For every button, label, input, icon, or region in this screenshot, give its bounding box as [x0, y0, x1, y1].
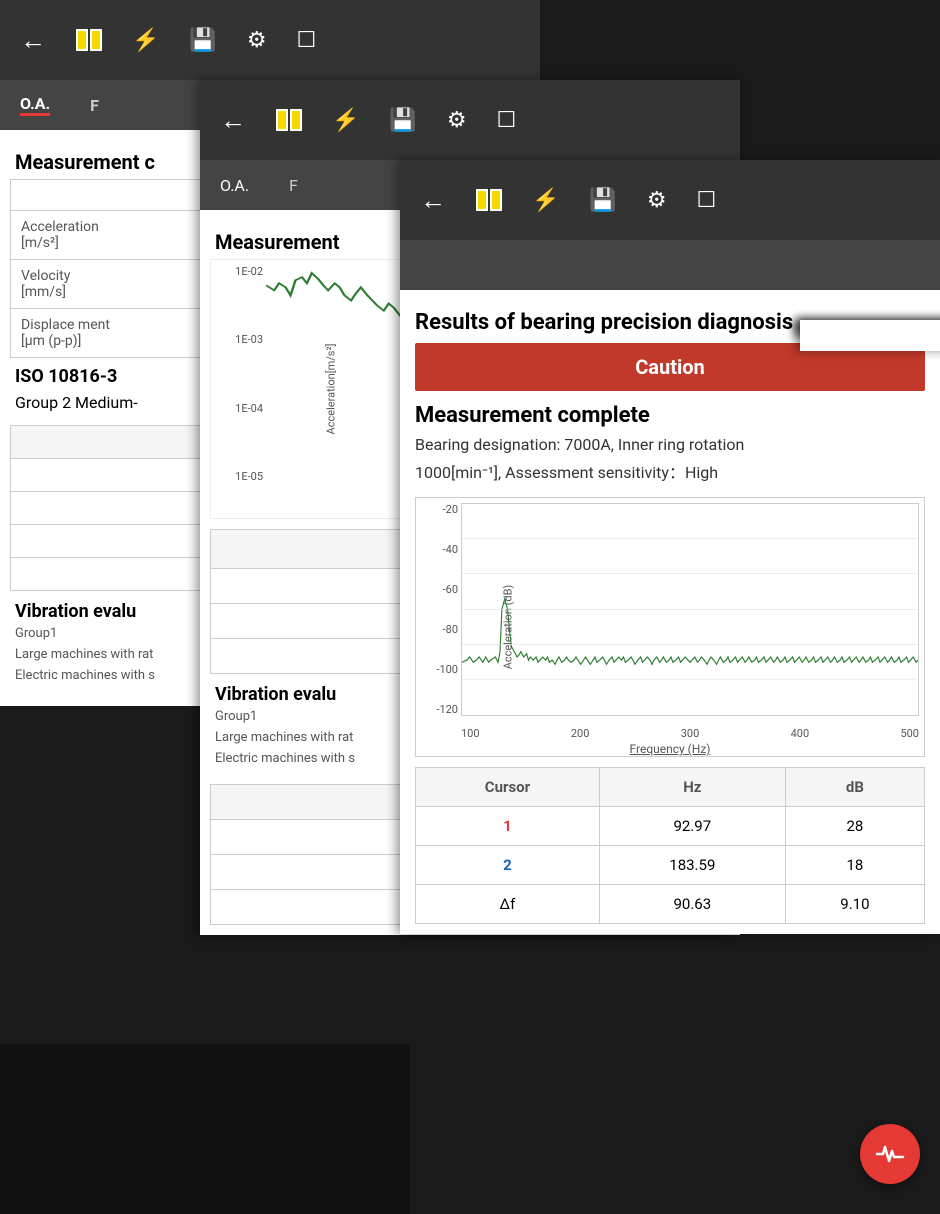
- layer2-battery-icon: [276, 109, 302, 131]
- layer2-bluetooth-icon[interactable]: ⚡: [332, 108, 359, 133]
- back-button[interactable]: ←: [20, 25, 46, 56]
- layer2-tab-oa[interactable]: O.A.: [220, 176, 249, 195]
- fab-button[interactable]: [860, 1124, 920, 1184]
- layer3-save-icon[interactable]: 💾: [589, 188, 616, 213]
- layer3-window-icon[interactable]: ☐: [697, 188, 717, 213]
- precision-content: Results of bearing precision diagnosis C…: [400, 290, 940, 934]
- pct-db-2: 18: [785, 846, 924, 885]
- y-label-2: 1E-04: [235, 402, 263, 415]
- layer3-tab-precision[interactable]: PRECISIONDIAGNOSIS: [800, 320, 940, 351]
- y-label-3: 1E-05: [235, 470, 263, 483]
- pct-db-delta: 9.10: [785, 885, 924, 924]
- pct-hz-2: 183.59: [599, 846, 785, 885]
- layer3-battery-icon: [476, 189, 502, 211]
- tab-f[interactable]: F: [90, 96, 99, 115]
- heartbeat-icon: [875, 1139, 905, 1169]
- layer3-toolbar: ← ⚡ 💾 ⚙ ☐: [400, 160, 940, 240]
- layer3-settings-icon[interactable]: ⚙: [647, 188, 667, 213]
- precision-cursor-table: Cursor Hz dB 1 92.97 28 2 183.59 18 Δf: [415, 767, 925, 924]
- layer3-bluetooth-icon[interactable]: ⚡: [532, 188, 559, 213]
- layer2-toolbar: ← ⚡ 💾 ⚙ ☐: [200, 80, 740, 160]
- sx-label-2: 300: [681, 727, 700, 740]
- layer3-tabs: O.A. FFT WAVE PRECISIONDIAGNOSIS: [400, 240, 940, 290]
- tab-oa[interactable]: O.A.: [20, 94, 50, 116]
- pct-header-hz: Hz: [599, 768, 785, 807]
- sy-label-0: -20: [443, 503, 458, 516]
- layer3-window: ← ⚡ 💾 ⚙ ☐ O.A. FFT WAVE PRECISIONDIAGNOS…: [400, 160, 940, 934]
- window-icon[interactable]: ☐: [297, 28, 317, 53]
- sx-label-3: 400: [791, 727, 810, 740]
- bluetooth-icon[interactable]: ⚡: [132, 28, 159, 53]
- pct-cursor-1: 1: [416, 807, 600, 846]
- black-bottom-area: [0, 1044, 410, 1214]
- table-row: 1 92.97 28: [416, 807, 925, 846]
- table-row: 2 183.59 18: [416, 846, 925, 885]
- layer2-save-icon[interactable]: 💾: [389, 108, 416, 133]
- sx-label-1: 200: [571, 727, 590, 740]
- settings-icon[interactable]: ⚙: [247, 28, 267, 53]
- sy-label-5: -120: [436, 703, 458, 716]
- layer2-window-icon[interactable]: ☐: [497, 108, 517, 133]
- pct-cursor-2: 2: [416, 846, 600, 885]
- pct-hz-delta: 90.63: [599, 885, 785, 924]
- bearing-info: Bearing designation: 7000A, Inner ring r…: [415, 433, 925, 457]
- spectrum-y-axis: -20 -40 -60 -80 -100 -120: [416, 503, 461, 716]
- y-label-0: 1E-02: [235, 265, 263, 278]
- layer1-toolbar: ← ⚡ 💾 ⚙ ☐: [0, 0, 540, 80]
- layer2-tab-f[interactable]: F: [289, 176, 298, 195]
- sy-label-1: -40: [443, 543, 458, 556]
- pct-db-1: 28: [785, 807, 924, 846]
- pct-header-db: dB: [785, 768, 924, 807]
- y-axis: 1E-02 1E-03 1E-04 1E-05: [211, 260, 266, 488]
- y-label-1: 1E-03: [235, 333, 263, 346]
- table-row: Δf 90.63 9.10: [416, 885, 925, 924]
- layer2-back-button[interactable]: ←: [220, 105, 246, 136]
- sx-label-0: 100: [461, 727, 480, 740]
- spectrum-chart: -20 -40 -60 -80 -100 -120 Acceleration (…: [415, 497, 925, 757]
- sx-label-4: 500: [900, 727, 919, 740]
- layer2-settings-icon[interactable]: ⚙: [447, 108, 467, 133]
- meas-complete-title: Measurement complete: [415, 403, 925, 428]
- sy-label-4: -100: [436, 663, 458, 676]
- sy-label-2: -60: [443, 583, 458, 596]
- save-icon[interactable]: 💾: [189, 28, 216, 53]
- pct-header-cursor: Cursor: [416, 768, 600, 807]
- pct-hz-1: 92.97: [599, 807, 785, 846]
- spectrum-plot-area: [461, 503, 919, 716]
- bearing-params: 1000[min⁻¹], Assessment sensitivity：High: [415, 461, 925, 485]
- battery-icon: [76, 29, 102, 51]
- layer3-back-button[interactable]: ←: [420, 185, 446, 216]
- sy-label-3: -80: [443, 623, 458, 636]
- spectrum-x-axis: 100 200 300 400 500: [461, 727, 919, 740]
- spectrum-x-label: Frequency (Hz): [630, 742, 711, 756]
- spectrum-svg: [462, 504, 918, 715]
- pct-delta-f: Δf: [416, 885, 600, 924]
